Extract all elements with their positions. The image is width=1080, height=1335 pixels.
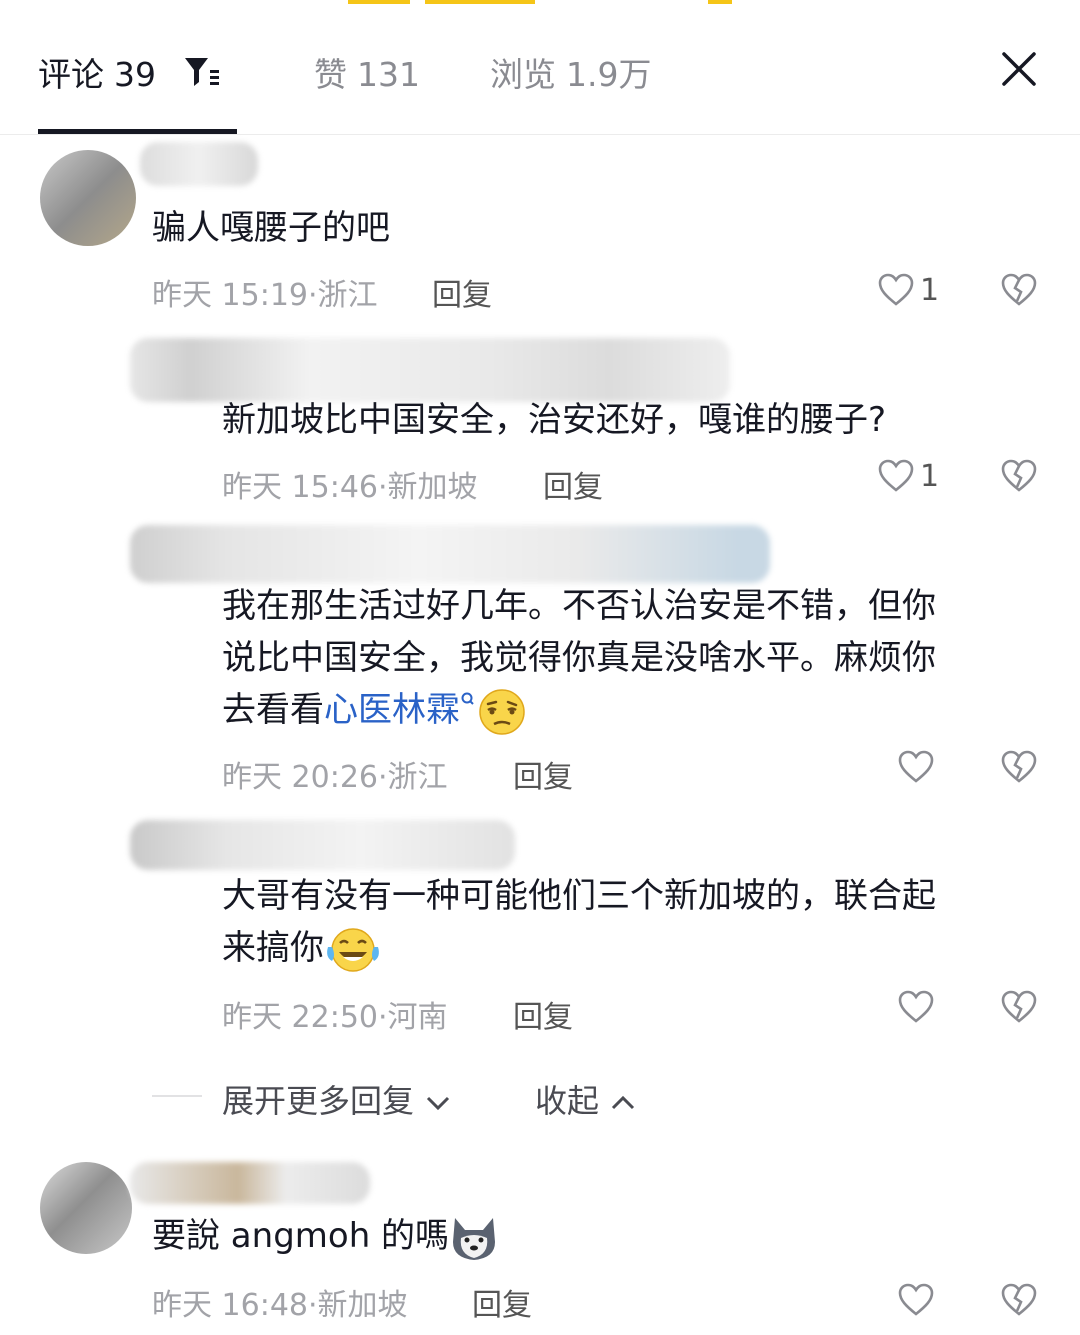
laughing-tears-emoji [327, 927, 379, 972]
heart-icon[interactable] [898, 990, 934, 1024]
meta-separator: · [378, 1000, 388, 1035]
meta-separator: · [308, 1288, 318, 1323]
comment-location: 新加坡 [387, 470, 478, 505]
avatar[interactable] [40, 150, 136, 246]
comment-text: 新加坡比中国安全，治安还好，嘎谁的腰子? [222, 400, 887, 440]
heart-icon[interactable] [898, 750, 934, 784]
reply-button[interactable]: 回复 [543, 462, 603, 506]
comment-text-segment: 要說 angmoh 的嗎 [152, 1216, 450, 1256]
comment-location: 新加坡 [317, 1288, 408, 1323]
dizzy-face-emoji [479, 688, 525, 735]
close-icon[interactable] [1000, 50, 1038, 88]
comment-text-line: 说比中国安全，我觉得你真是没啥水平。麻烦你 [222, 638, 936, 678]
comment-meta: 昨天 15:19·浙江 [152, 270, 378, 314]
dislike-icon[interactable] [1001, 750, 1037, 784]
comment-text-segment: 去看看 [222, 690, 324, 730]
heart-icon[interactable] [878, 459, 914, 493]
chevron-up-icon [612, 1095, 635, 1110]
comment-time: 昨天 15:46 [222, 470, 378, 505]
reply-button[interactable]: 回复 [432, 270, 492, 314]
dislike-icon[interactable] [1001, 273, 1037, 307]
collapse-replies-button[interactable]: 收起 [535, 1076, 637, 1122]
comment-meta: 昨天 16:48·新加坡 [152, 1280, 408, 1324]
meta-separator: · [308, 278, 318, 313]
avatar-and-username-redacted [130, 338, 730, 402]
heart-icon[interactable] [898, 1283, 934, 1317]
tab-comments[interactable]: 评论 39 [38, 48, 156, 96]
reply-button[interactable]: 回复 [513, 992, 573, 1036]
tab-comments-label: 评论 [38, 55, 104, 94]
comment-meta: 昨天 20:26·浙江 [222, 752, 448, 796]
dislike-icon[interactable] [1001, 1283, 1037, 1317]
chevron-down-icon [427, 1096, 450, 1111]
search-hint-icon[interactable] [460, 690, 476, 712]
tab-views-label: 浏览 [490, 55, 556, 94]
comment-text-line: 大哥有没有一种可能他们三个新加坡的，联合起 [222, 876, 936, 916]
comment-panel-header: 评论 39 赞 131 浏览 1.9万 [0, 0, 1080, 135]
like-count: 1 [920, 459, 940, 494]
dislike-icon[interactable] [1001, 990, 1037, 1024]
expand-more-label: 展开更多回复 [222, 1082, 415, 1120]
search-link[interactable]: 心医林霖 [324, 690, 460, 730]
comment-text-segment: 来搞你 [222, 928, 324, 968]
comment-text: 大哥有没有一种可能他们三个新加坡的，联合起 来搞你 [222, 870, 936, 975]
tab-views-count: 1.9万 [566, 55, 652, 94]
comment-text-line: 来搞你 [222, 922, 936, 975]
filter-icon[interactable] [184, 56, 220, 88]
comment-time: 昨天 16:48 [152, 1288, 308, 1323]
comment-time: 昨天 20:26 [222, 760, 378, 795]
thread-divider [152, 1095, 202, 1097]
expand-more-replies-button[interactable]: 展开更多回复 [222, 1076, 452, 1122]
comment-location: 河南 [387, 1000, 448, 1035]
comment-time: 昨天 15:19 [152, 278, 308, 313]
like-count: 1 [920, 273, 940, 308]
avatar[interactable] [40, 1162, 132, 1254]
comment-text: 要說 angmoh 的嗎 [152, 1210, 499, 1262]
comment-text-line: 我在那生活过好几年。不否认治安是不错，但你 [222, 586, 936, 626]
collapse-label: 收起 [535, 1082, 600, 1120]
comment-location: 浙江 [387, 760, 448, 795]
comment-text-line: 去看看心医林霖 [222, 684, 936, 736]
comment-time: 昨天 22:50 [222, 1000, 378, 1035]
tab-likes-label: 赞 [314, 55, 347, 94]
comment-location: 浙江 [317, 278, 378, 313]
dislike-icon[interactable] [1001, 459, 1037, 493]
username-redacted [140, 142, 258, 186]
comment-meta: 昨天 22:50·河南 [222, 992, 448, 1036]
tab-comments-count: 39 [114, 55, 156, 94]
tab-likes[interactable]: 赞 131 [314, 48, 420, 96]
avatar-and-username-redacted [130, 820, 515, 870]
reply-button[interactable]: 回复 [513, 752, 573, 796]
meta-separator: · [378, 760, 388, 795]
heart-icon[interactable] [878, 273, 914, 307]
husky-emoji [453, 1217, 496, 1260]
tab-likes-count: 131 [357, 55, 420, 94]
comment-text: 骗人嘎腰子的吧 [152, 208, 390, 248]
meta-separator: · [378, 470, 388, 505]
comment-text: 我在那生活过好几年。不否认治安是不错，但你 说比中国安全，我觉得你真是没啥水平。… [222, 580, 936, 736]
username-redacted [130, 1162, 370, 1204]
active-tab-indicator [38, 129, 237, 134]
tab-views[interactable]: 浏览 1.9万 [490, 48, 651, 96]
comment-meta: 昨天 15:46·新加坡 [222, 462, 478, 506]
reply-button[interactable]: 回复 [472, 1280, 532, 1324]
avatar-and-username-redacted [130, 525, 770, 583]
